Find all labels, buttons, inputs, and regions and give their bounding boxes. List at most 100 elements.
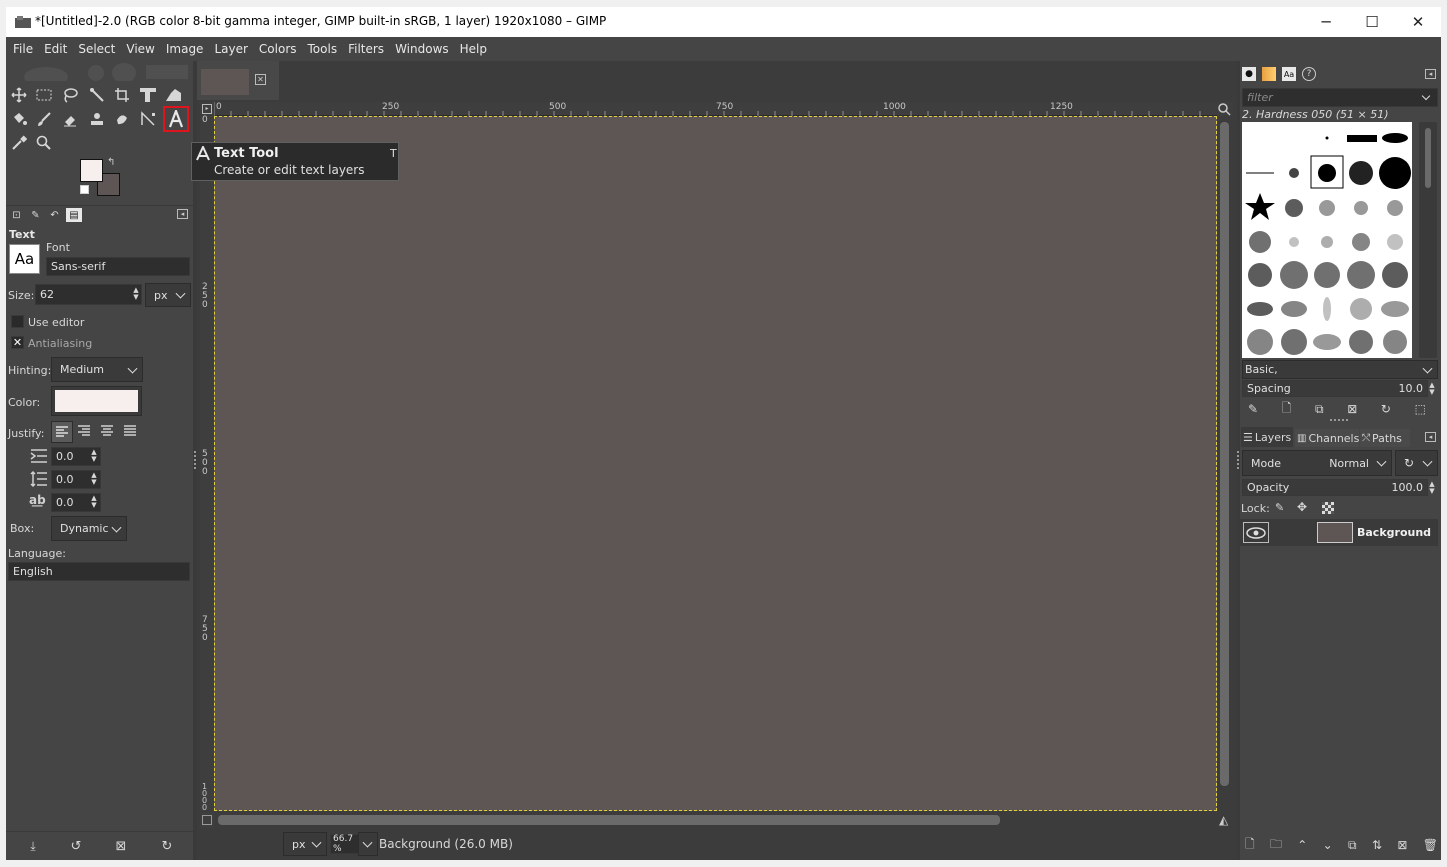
brushes-configure-icon[interactable]: ◂ (1425, 69, 1436, 79)
statusbar-unit-dropdown[interactable]: px (283, 832, 327, 856)
antialiasing-checkbox[interactable]: ✕ (11, 336, 24, 349)
lock-position-icon[interactable]: ✥ (1297, 500, 1307, 514)
size-field[interactable]: 62 (35, 284, 142, 305)
justify-fill-button[interactable] (120, 421, 142, 443)
size-unit-dropdown[interactable]: px (145, 283, 191, 307)
font-field[interactable]: Sans-serif (46, 257, 190, 276)
delete-brush-icon[interactable]: ⊠ (1347, 401, 1357, 417)
box-dropdown[interactable]: Dynamic (51, 516, 127, 541)
menu-file[interactable]: File (13, 42, 33, 56)
spacing-stepper[interactable]: ▲ ▼ (1427, 382, 1437, 396)
image-canvas[interactable] (214, 116, 1217, 811)
duplicate-brush-icon[interactable]: ⧉ (1315, 401, 1324, 417)
close-button[interactable]: ✕ (1395, 7, 1441, 37)
vertical-ruler[interactable]: 0 250 500 750 1000 (200, 116, 214, 812)
save-tool-preset-icon[interactable]: ⤓ (24, 837, 42, 855)
layer-opacity-slider[interactable]: Opacity 100.0 (1242, 479, 1428, 496)
menu-select[interactable]: Select (78, 42, 115, 56)
images-tab-icon[interactable]: ▤ (66, 208, 82, 222)
foreground-color-swatch[interactable] (80, 159, 103, 182)
swap-colors-icon[interactable]: ↰ (107, 157, 115, 168)
menu-tools[interactable]: Tools (308, 42, 338, 56)
brush-tag-dropdown[interactable]: Basic, (1242, 360, 1438, 379)
size-stepper[interactable]: ▲ ▼ (131, 287, 141, 301)
minimize-button[interactable]: ─ (1303, 7, 1349, 37)
justify-left-button[interactable] (51, 421, 73, 443)
anchor-layer-icon[interactable]: ⇅ (1372, 837, 1382, 853)
smudge-tool-icon[interactable] (111, 108, 133, 130)
fonts-tab-icon[interactable]: Aa (1282, 67, 1296, 81)
patterns-tab-icon[interactable] (1262, 67, 1276, 81)
rect-select-tool-icon[interactable] (33, 84, 55, 106)
open-brush-as-image-icon[interactable]: ⬚ (1415, 401, 1426, 417)
maximize-button[interactable]: ☐ (1349, 7, 1395, 37)
paintbrush-tool-icon[interactable] (33, 108, 55, 130)
menu-colors[interactable]: Colors (259, 42, 297, 56)
layer-mode-switch[interactable]: ↻ (1395, 450, 1438, 476)
crop-tool-icon[interactable] (111, 84, 133, 106)
image-tab[interactable]: ✕ (197, 61, 279, 100)
tab-channels[interactable]: ▥ Channels (1295, 429, 1359, 447)
brush-filter-input[interactable]: filter (1242, 88, 1438, 107)
menu-filters[interactable]: Filters (348, 42, 384, 56)
clone-tool-icon[interactable] (86, 108, 108, 130)
brush-grid-scroll-thumb[interactable] (1425, 128, 1431, 188)
move-tool-icon[interactable] (8, 84, 30, 106)
raise-layer-icon[interactable]: ⌃ (1297, 837, 1307, 853)
zoom-to-window-button[interactable] (1217, 102, 1233, 116)
delete-layer-icon[interactable]: 🗑 (1423, 837, 1438, 853)
menu-layer[interactable]: Layer (214, 42, 247, 56)
opacity-stepper[interactable]: ▲ ▼ (1427, 481, 1437, 495)
tool-options-tab-icon[interactable]: ⊡ (9, 208, 24, 222)
configure-tab-icon[interactable]: ◂ (177, 209, 188, 219)
menu-windows[interactable]: Windows (395, 42, 449, 56)
indent-stepper[interactable]: ▲ ▼ (89, 449, 99, 463)
horizontal-scroll-thumb[interactable] (218, 815, 1000, 825)
menu-help[interactable]: Help (460, 42, 487, 56)
refresh-brushes-icon[interactable]: ↻ (1381, 401, 1391, 417)
lower-layer-icon[interactable]: ⌄ (1323, 837, 1333, 853)
duplicate-layer-icon[interactable]: ⧉ (1348, 837, 1357, 853)
tab-paths[interactable]: ⤲ Paths (1360, 429, 1410, 447)
eraser-tool-icon[interactable] (59, 108, 81, 130)
quick-mask-corner[interactable]: ▸ (200, 102, 214, 116)
brush-grid[interactable] (1242, 122, 1412, 358)
line-spacing-stepper[interactable]: ▲ ▼ (89, 472, 99, 486)
font-preview-button[interactable]: Aa (9, 244, 40, 274)
use-editor-checkbox[interactable] (11, 315, 24, 328)
undo-history-tab-icon[interactable]: ↶ (47, 208, 62, 222)
device-status-tab-icon[interactable]: ✎ (28, 208, 43, 222)
new-layer-group-icon[interactable]: 🗀 (1270, 837, 1282, 853)
zoom-tool-icon[interactable] (33, 132, 55, 154)
unified-transform-tool-icon[interactable] (137, 84, 159, 106)
hinting-dropdown[interactable]: Medium (51, 357, 143, 382)
language-field[interactable]: English (8, 562, 190, 581)
zoom-dropdown[interactable] (358, 832, 378, 856)
vertical-scroll-thumb[interactable] (1220, 122, 1229, 786)
default-colors-icon[interactable] (80, 185, 89, 194)
navigate-icon[interactable]: ◭ (1219, 813, 1228, 827)
new-layer-icon[interactable]: 🗋 (1245, 837, 1255, 853)
warp-transform-tool-icon[interactable] (163, 84, 185, 106)
layer-mode-dropdown[interactable]: Mode Normal (1242, 450, 1392, 476)
lasso-tool-icon[interactable] (59, 84, 81, 106)
layer-row-background[interactable]: Background (1240, 519, 1438, 546)
brush-grid-scrollbar[interactable] (1419, 122, 1437, 358)
navigate-corner[interactable] (200, 812, 214, 828)
reset-tool-options-icon[interactable]: ↻ (158, 837, 176, 855)
layer-visibility-toggle[interactable] (1243, 522, 1269, 543)
help-tab-icon[interactable]: ? (1302, 67, 1316, 81)
lock-alpha-icon[interactable] (1322, 502, 1334, 514)
text-tool-icon[interactable] (163, 106, 189, 132)
new-brush-icon[interactable]: 🗋 (1282, 401, 1292, 417)
edit-brush-icon[interactable]: ✎ (1248, 401, 1258, 417)
text-color-button[interactable] (51, 386, 142, 416)
delete-tool-preset-icon[interactable]: ⊠ (112, 837, 130, 855)
restore-tool-preset-icon[interactable]: ↺ (67, 837, 85, 855)
fuzzy-select-tool-icon[interactable] (86, 84, 108, 106)
horizontal-ruler[interactable]: 0 250 500 750 1000 1250 (214, 102, 1217, 116)
tab-layers[interactable]: ☰ Layers (1241, 427, 1293, 447)
horizontal-scrollbar[interactable] (214, 812, 1217, 828)
brushes-tab-icon[interactable]: ● (1242, 67, 1256, 81)
menu-edit[interactable]: Edit (44, 42, 67, 56)
